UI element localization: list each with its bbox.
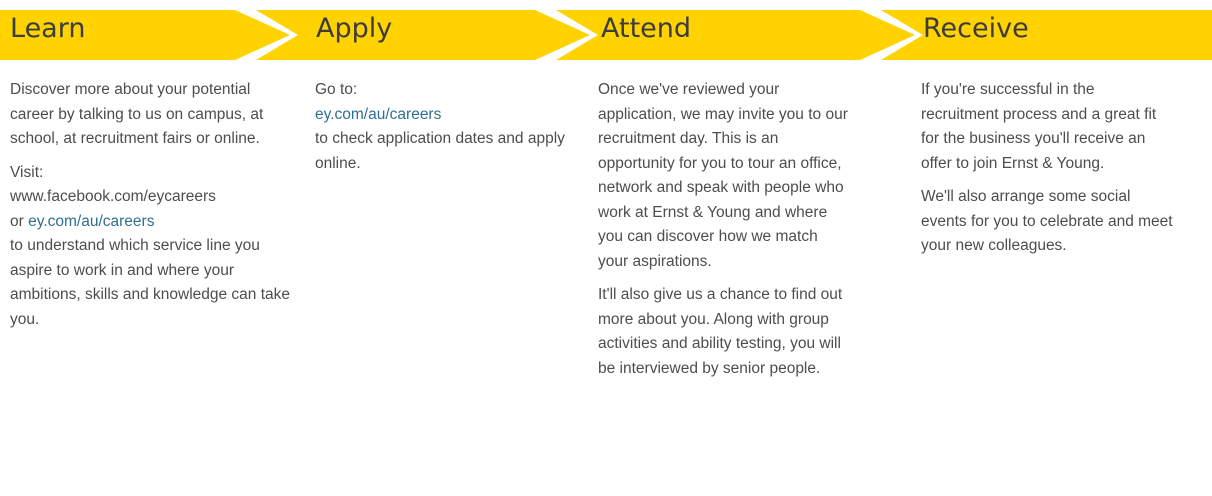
learn-outro-text: to understand which service line you asp… <box>10 237 291 328</box>
step-column-attend: Once we've reviewed your application, we… <box>598 78 850 390</box>
step-title-learn: Learn <box>10 13 86 44</box>
step-title-attend: Attend <box>601 13 692 44</box>
receive-offer-text: If you're successful in the recruitment … <box>921 81 1157 172</box>
arrow-shape-apply <box>256 10 590 60</box>
apply-goto-label: Go to: <box>315 81 358 98</box>
attend-details-text: It'll also give us a chance to find out … <box>598 286 843 377</box>
step-title-apply: Apply <box>316 13 393 44</box>
learn-or-text: or <box>10 212 24 230</box>
learn-visit-block: Visit: www.facebook.com/eycareers or ey.… <box>10 161 295 333</box>
receive-social-text: We'll also arrange some social events fo… <box>921 188 1173 254</box>
apply-instructions-text: to check application dates and apply onl… <box>315 130 565 172</box>
learn-intro-text: Discover more about your potential caree… <box>10 81 264 147</box>
learn-or-line: or ey.com/au/careers <box>10 210 295 235</box>
step-column-receive: If you're successful in the recruitment … <box>921 78 1176 268</box>
step-column-learn: Discover more about your potential caree… <box>10 78 295 332</box>
attend-intro-text: Once we've reviewed your application, we… <box>598 81 848 270</box>
step-column-apply: Go to: ey.com/au/careers to check applic… <box>315 78 567 176</box>
facebook-link[interactable]: www.facebook.com/eycareers <box>10 185 295 210</box>
learn-visit-label: Visit: <box>10 163 44 181</box>
learn-careers-link[interactable]: ey.com/au/careers <box>28 213 154 230</box>
step-title-receive: Receive <box>923 13 1029 44</box>
apply-careers-link[interactable]: ey.com/au/careers <box>315 103 567 128</box>
